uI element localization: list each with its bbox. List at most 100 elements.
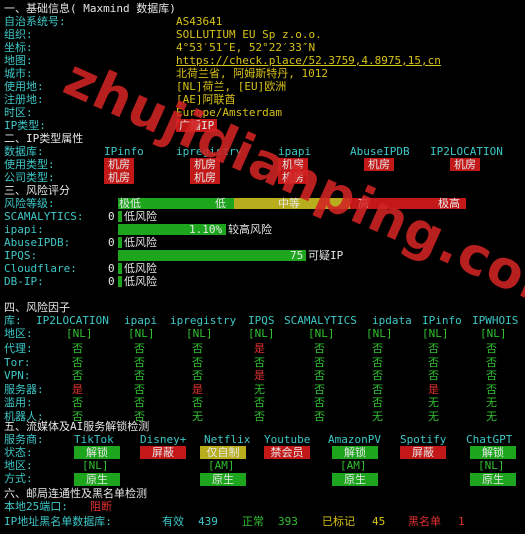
risk-level-label: 风险等级: [4, 197, 55, 210]
timezone-value: Europe/Amsterdam [176, 106, 282, 119]
score-label: SCAMALYTICS: [4, 210, 84, 223]
s4-col-header: ipregistry [170, 314, 237, 327]
s4-cell: 否 [192, 369, 203, 382]
s5-method-badge: 原生 [200, 473, 246, 486]
coord-value: 4°53′51″E, 52°22′33″N [176, 41, 316, 54]
score-text: 低风险 [124, 262, 157, 275]
scale-medium: 中等 [278, 197, 300, 210]
s5-service-label: 服务商: [4, 433, 44, 446]
s2-col-ipinfo: IPinfo [104, 145, 144, 158]
score-text: 低风险 [124, 236, 157, 249]
s2-col-abuseipdb: AbuseIPDB [350, 145, 410, 158]
blacklist-value: 1 [458, 515, 465, 528]
section5-title: 五、流媒体及AI服务解锁检测 [4, 420, 150, 433]
s4-region-label: 地区: [4, 327, 33, 340]
s4-cell: 否 [428, 355, 439, 369]
score-value: 75 [290, 249, 304, 262]
score-label: Cloudflare: [4, 262, 77, 275]
s4-col-header: SCAMALYTICS [284, 314, 357, 327]
s4-col-header: ipdata [372, 314, 412, 327]
s4-cell: 否 [372, 396, 383, 409]
score-label: IPQS: [4, 249, 38, 262]
score-text: 较高风险 [228, 223, 272, 236]
s4-cell: 否 [192, 342, 203, 355]
s4-cell: 否 [192, 396, 203, 409]
score-bar [118, 276, 122, 287]
s4-cell: 否 [372, 382, 383, 396]
s4-cell: 否 [254, 396, 265, 409]
s2-col-ip2location: IP2LOCATION [430, 145, 503, 158]
s4-cell: 否 [134, 382, 145, 396]
s2-company-label: 公司类型: [4, 171, 55, 184]
s4-row-label: 服务器: [4, 382, 44, 396]
s2-col-ipregistry: ipregistry [176, 145, 243, 158]
s4-cell: 无 [254, 382, 265, 396]
s4-cell: 否 [314, 355, 325, 369]
s4-row-label: 代理: [4, 342, 33, 355]
s5-region: [AM] [340, 459, 367, 472]
valid-value: 439 [198, 515, 218, 528]
section3-title: 三、风险评分 [4, 184, 70, 197]
s4-cell: 是 [192, 382, 203, 396]
s4-cell: 否 [72, 369, 83, 382]
s4-cell: 无 [372, 409, 383, 423]
s2-col-ipapi: ipapi [278, 145, 312, 158]
ip-type-badge: 广播IP [176, 119, 218, 132]
s4-region-cell: [NL] [186, 327, 213, 340]
s5-region: [AM] [208, 459, 235, 472]
s4-cell: 否 [428, 369, 439, 382]
section2-title: 二、IP类型属性 [4, 132, 84, 145]
score-label: ipapi: [4, 223, 44, 236]
s4-col-header: IPWHOIS [472, 314, 519, 327]
s4-cell: 否 [134, 355, 145, 369]
s5-service: Youtube [264, 433, 311, 446]
s5-status-badge: 解锁 [74, 446, 120, 459]
usage-place-label: 使用地: [4, 80, 44, 93]
s4-cell: 否 [72, 342, 83, 355]
s4-region-cell: [NL] [422, 327, 449, 340]
s4-cell: 否 [314, 409, 325, 423]
s2-usage-abuseipdb: 机房 [364, 158, 394, 171]
s5-status-badge: 屏蔽 [400, 446, 446, 459]
s4-cell: 否 [314, 382, 325, 396]
section1-title: 一、基础信息( Maxmind 数据库) [4, 2, 176, 15]
s4-cell: 否 [72, 396, 83, 409]
s5-service: ChatGPT [466, 433, 513, 446]
timezone-label: 时区: [4, 106, 33, 119]
scale-high: 高 [358, 197, 369, 210]
s2-company-ipinfo: 机房 [104, 171, 134, 184]
s4-region-cell: [NL] [248, 327, 275, 340]
s4-region-cell: [NL] [366, 327, 393, 340]
s4-row-label: Tor: [4, 355, 31, 369]
s5-region-label: 地区: [4, 459, 33, 472]
s4-cell: 否 [372, 369, 383, 382]
score-bar [118, 237, 122, 248]
s5-region: [NL] [82, 459, 109, 472]
s5-status-badge: 仅自制 [200, 446, 246, 459]
s5-service: Spotify [400, 433, 447, 446]
s4-region-cell: [NL] [66, 327, 93, 340]
blacklist-label: 黑名单 [408, 515, 441, 528]
s2-usage-ipapi: 机房 [278, 158, 308, 171]
s4-cell: 是 [72, 382, 83, 396]
s4-cell: 否 [486, 369, 497, 382]
s2-db-label: 数据库: [4, 145, 44, 158]
scale-low: 低 [215, 197, 226, 210]
s4-col-header: IPinfo [422, 314, 462, 327]
s4-cell: 无 [428, 396, 439, 409]
s4-cell: 无 [486, 396, 497, 409]
s4-cell: 无 [192, 409, 203, 423]
s4-region-cell: [NL] [308, 327, 335, 340]
s5-status-badge: 屏蔽 [140, 446, 186, 459]
s4-cell: 否 [254, 409, 265, 423]
s4-cell: 无 [428, 409, 439, 423]
map-link[interactable]: https://check.place/52.3759,4.8975,15,cn [176, 54, 441, 67]
s4-db-label: 库: [4, 314, 22, 327]
s4-region-cell: [NL] [128, 327, 155, 340]
score-label: DB-IP: [4, 275, 44, 288]
usage-place-value: [NL]荷兰, [EU]欧洲 [176, 80, 287, 93]
score-value: 0 [108, 210, 115, 223]
s4-cell: 否 [486, 382, 497, 396]
s4-cell: 否 [72, 355, 83, 369]
scale-very-low: 极低 [119, 197, 141, 210]
